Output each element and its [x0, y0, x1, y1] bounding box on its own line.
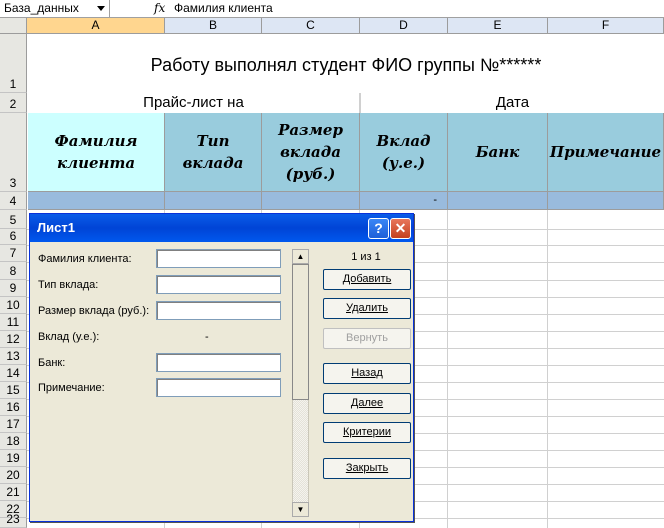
row-header-11[interactable]: 11 [0, 314, 27, 331]
restore-button[interactable]: Вернуть [323, 328, 411, 349]
field-label-note: Примечание: [38, 382, 105, 394]
client-name-input[interactable] [156, 249, 281, 268]
row-header-10[interactable]: 10 [0, 297, 27, 314]
data-cell-e4[interactable] [448, 192, 548, 210]
deposit-type-input[interactable] [156, 275, 281, 294]
row-header-19[interactable]: 19 [0, 450, 27, 467]
sheet-title-cell[interactable]: Работу выполнял студент ФИО группы №****… [28, 34, 664, 93]
name-box[interactable]: База_данных [0, 0, 110, 18]
data-cell-c4[interactable] [262, 192, 360, 210]
delete-button[interactable]: Удалить [323, 298, 411, 319]
column-header-f[interactable]: F [548, 18, 664, 34]
deposit-rub-input[interactable] [156, 301, 281, 320]
scroll-down-icon[interactable]: ▼ [292, 502, 309, 517]
row-header-1[interactable]: 1 [0, 34, 27, 93]
row-header-7[interactable]: 7 [0, 245, 27, 262]
row-header-8[interactable]: 8 [0, 262, 27, 280]
column-header-b[interactable]: B [165, 18, 262, 34]
next-button[interactable]: Далее [323, 393, 411, 414]
data-cell-a4[interactable] [28, 192, 165, 210]
field-label-bank: Банк: [38, 357, 66, 369]
row-header-2[interactable]: 2 [0, 93, 27, 113]
row-header-9[interactable]: 9 [0, 280, 27, 297]
record-counter: 1 из 1 [351, 251, 381, 263]
header-cell-note[interactable]: Примечание [548, 113, 664, 192]
column-header-c[interactable]: C [262, 18, 360, 34]
header-cell-client-name[interactable]: Фамилия клиента [28, 113, 165, 192]
select-all-corner[interactable] [0, 18, 27, 34]
back-button[interactable]: Назад [323, 363, 411, 384]
dialog-title-bar[interactable]: Лист1 ? ✕ [30, 214, 413, 242]
scroll-up-icon[interactable]: ▲ [292, 249, 309, 264]
row-header-17[interactable]: 17 [0, 416, 27, 433]
row-header-6[interactable]: 6 [0, 229, 27, 245]
record-scrollbar[interactable]: ▲ ▼ [292, 249, 309, 517]
price-list-cell[interactable]: Прайс-лист на [28, 93, 359, 113]
help-icon[interactable]: ? [368, 218, 389, 239]
row-header-21[interactable]: 21 [0, 484, 27, 501]
data-cell-f4[interactable] [548, 192, 664, 210]
row-header-12[interactable]: 12 [0, 331, 27, 348]
chevron-down-icon[interactable] [97, 6, 105, 11]
function-icon[interactable]: fx [154, 0, 165, 17]
row-header-4[interactable]: 4 [0, 192, 27, 210]
data-cell-d4[interactable]: - [360, 192, 448, 210]
column-header-d[interactable]: D [360, 18, 448, 34]
field-label-deposit-type: Тип вклада: [38, 279, 99, 291]
field-label-client-name: Фамилия клиента: [38, 253, 132, 265]
row-header-16[interactable]: 16 [0, 399, 27, 416]
bank-input[interactable] [156, 353, 281, 372]
header-cell-bank[interactable]: Банк [448, 113, 548, 192]
close-icon[interactable]: ✕ [390, 218, 411, 239]
column-header-a[interactable]: A [27, 18, 165, 34]
field-label-deposit-rub: Размер вклада (руб.): [38, 305, 150, 317]
formula-bar: База_данных fx Фамилия клиента [0, 0, 664, 18]
field-label-deposit-ue: Вклад (у.е.): [38, 331, 100, 343]
data-form-dialog: Лист1 ? ✕ Фамилия клиента: Тип вклада: Р… [29, 213, 414, 522]
data-cell-b4[interactable] [165, 192, 262, 210]
row-header-15[interactable]: 15 [0, 382, 27, 399]
row-header-13[interactable]: 13 [0, 348, 27, 365]
deposit-ue-value: - [205, 331, 209, 343]
row-header-5[interactable]: 5 [0, 210, 27, 229]
row-header-20[interactable]: 20 [0, 467, 27, 484]
header-cell-deposit-rub[interactable]: Размер вклада (руб.) [262, 113, 360, 192]
criteria-button[interactable]: Критерии [323, 422, 411, 443]
row-header-3[interactable]: 3 [0, 113, 27, 192]
close-button[interactable]: Закрыть [323, 458, 411, 479]
row-header-14[interactable]: 14 [0, 365, 27, 382]
header-cell-deposit-ue[interactable]: Вклад (у.е.) [360, 113, 448, 192]
add-button[interactable]: Добавить [323, 269, 411, 290]
name-box-value: База_данных [4, 1, 79, 15]
formula-input[interactable]: Фамилия клиента [174, 0, 273, 17]
header-cell-deposit-type[interactable]: Тип вклада [165, 113, 262, 192]
column-header-e[interactable]: E [448, 18, 548, 34]
row-header-18[interactable]: 18 [0, 433, 27, 450]
date-cell[interactable]: Дата [360, 93, 664, 113]
note-input[interactable] [156, 378, 281, 397]
dialog-title: Лист1 [37, 220, 75, 235]
row-header-23[interactable]: 23 [0, 512, 27, 528]
scrollbar-thumb[interactable] [292, 264, 309, 400]
